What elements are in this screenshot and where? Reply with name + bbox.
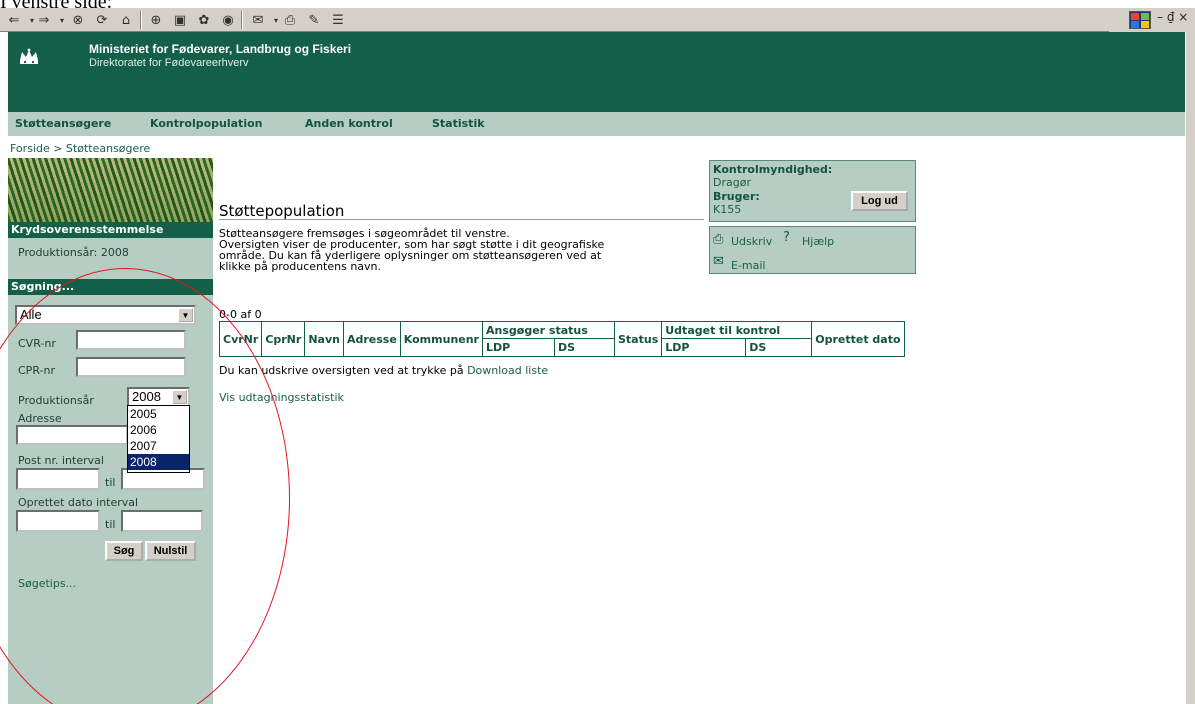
print-icon[interactable]: ⎙ <box>280 10 300 30</box>
col-header[interactable]: Kommunenr <box>399 321 484 357</box>
search-icon[interactable]: ⊕ <box>146 10 166 30</box>
year-option[interactable]: 2006 <box>128 422 189 438</box>
nav-item-kontrolpopulation[interactable]: Kontrolpopulation <box>150 117 262 130</box>
user-label: Bruger: <box>713 190 760 203</box>
search-section-title: Søgning... <box>8 279 213 295</box>
page-title: Støttepopulation <box>219 202 345 220</box>
sub-header: LDP <box>482 338 555 357</box>
address-label: Adresse <box>18 412 62 425</box>
browser-toolbar: ⇐ ▾ ⇒ ▾ ⊗ ⟳ ⌂ ⊕ ▣ ✿ ◉ ✉ ▾ ⎙ ✎ ☰ – ₫ × <box>0 8 1195 32</box>
nav-item-anden-kontrol[interactable]: Anden kontrol <box>305 117 393 130</box>
col-header[interactable]: Ansgøger status <box>482 321 615 339</box>
result-count: 0-0 af 0 <box>219 308 262 321</box>
production-year-select[interactable]: 2008 ▼ <box>127 387 190 407</box>
cpr-input[interactable] <box>76 357 186 377</box>
download-text: Du kan udskrive oversigten ved at trykke… <box>219 364 464 377</box>
sub-header: LDP <box>661 338 747 357</box>
help-link[interactable]: Hjælp <box>802 235 834 248</box>
main-nav: Støtteansøgere Kontrolpopulation Anden k… <box>8 112 1185 136</box>
crown-logo-icon <box>20 48 38 64</box>
refresh-icon[interactable]: ⟳ <box>92 10 112 30</box>
title-divider <box>219 219 704 220</box>
year-option[interactable]: 2007 <box>128 438 189 454</box>
intro-line: klikke på producentens navn. <box>219 260 382 273</box>
field-banner-image <box>8 158 213 222</box>
windows-logo-icon <box>1129 11 1151 29</box>
nav-item-stotteansogere[interactable]: Støtteansøgere <box>15 117 111 130</box>
directorate-name: Direktoratet for Fødevareerhverv <box>89 57 249 69</box>
postal-to-label: til <box>105 476 116 489</box>
year-option[interactable]: 2005 <box>128 406 189 422</box>
authority-label: Kontrolmyndighed: <box>713 163 833 176</box>
chevron-down-icon[interactable]: ▼ <box>178 308 193 322</box>
window-controls: – ₫ × <box>1109 8 1195 32</box>
history-icon[interactable]: ✿ <box>194 10 214 30</box>
col-header[interactable]: Navn <box>304 321 344 357</box>
reset-button[interactable]: Nulstil <box>145 541 196 561</box>
production-year-dropdown[interactable]: 2005 2006 2007 2008 <box>127 405 190 473</box>
back-icon[interactable]: ⇐ <box>4 10 24 30</box>
production-year-label: Produktionsår <box>18 394 94 407</box>
filter-select[interactable]: Alle ▼ <box>15 305 196 325</box>
results-table: CvrNr CprNr Navn Adresse Kommunenr Ansgø… <box>218 321 905 357</box>
home-icon[interactable]: ⌂ <box>116 10 136 30</box>
user-value: K155 <box>713 203 742 216</box>
email-link[interactable]: E-mail <box>731 259 766 272</box>
col-header[interactable]: Oprettet dato <box>811 321 905 357</box>
cvr-label: CVR-nr <box>18 337 56 350</box>
col-header[interactable]: Status <box>613 321 663 357</box>
mail-icon[interactable]: ✉ <box>248 10 268 30</box>
search-tips-link[interactable]: Søgetips... <box>18 577 76 590</box>
tools-box: ⎙ Udskriv ? Hjælp ✉ E-mail <box>709 226 916 274</box>
created-interval-label: Oprettet dato interval <box>18 496 139 509</box>
breadcrumb[interactable]: Forside > Støtteansøgere <box>10 142 150 155</box>
download-link[interactable]: Download liste <box>467 364 548 377</box>
ministry-name: Ministeriet for Fødevarer, Landbrug og F… <box>89 42 352 56</box>
search-button[interactable]: Søg <box>105 541 143 561</box>
col-header[interactable]: CvrNr <box>218 321 263 357</box>
help-icon[interactable]: ? <box>783 230 790 245</box>
production-year-info: Produktionsår: 2008 <box>18 246 129 259</box>
sub-header: DS <box>745 338 813 357</box>
logout-button[interactable]: Log ud <box>851 191 908 211</box>
created-to-input[interactable] <box>121 510 203 532</box>
chevron-down-icon[interactable]: ▼ <box>172 390 187 404</box>
col-header[interactable]: CprNr <box>261 321 306 357</box>
nav-item-statistik[interactable]: Statistik <box>432 117 485 130</box>
postal-from-input[interactable] <box>16 468 100 490</box>
postal-interval-label: Post nr. interval <box>18 454 104 467</box>
table-header-row: CvrNr CprNr Navn Adresse Kommunenr Ansgø… <box>218 321 905 357</box>
media-icon[interactable]: ◉ <box>218 10 238 30</box>
authority-value: Dragør <box>713 176 751 189</box>
favorites-icon[interactable]: ▣ <box>170 10 190 30</box>
authority-box: Kontrolmyndighed: Dragør Bruger: K155 Lo… <box>709 160 916 222</box>
created-from-input[interactable] <box>16 510 100 532</box>
sidebar-section-title: Krydsoverensstemmelse <box>8 222 213 238</box>
created-to-label: til <box>105 518 116 531</box>
col-header[interactable]: Adresse <box>342 321 401 357</box>
statistics-link[interactable]: Vis udtagningsstatistik <box>219 391 344 404</box>
year-option-selected[interactable]: 2008 <box>128 454 189 470</box>
sub-header: DS <box>554 338 615 357</box>
stop-icon[interactable]: ⊗ <box>68 10 88 30</box>
window-controls-label[interactable]: – ₫ × <box>1157 10 1188 24</box>
edit-icon[interactable]: ✎ <box>304 10 324 30</box>
vertical-scrollbar[interactable] <box>1185 32 1195 704</box>
cvr-input[interactable] <box>76 330 186 350</box>
forward-icon[interactable]: ⇒ <box>34 10 54 30</box>
filter-select-value: Alle <box>20 307 42 322</box>
email-icon[interactable]: ✉ <box>713 254 724 269</box>
intro-text: Støtteansøgere fremsøges i søgeområdet t… <box>219 228 719 272</box>
download-info: Du kan udskrive oversigten ved at trykke… <box>219 364 548 377</box>
address-input[interactable] <box>16 425 128 445</box>
print-icon[interactable]: ⎙ <box>713 232 723 247</box>
col-header[interactable]: Udtaget til kontrol <box>661 321 813 339</box>
production-year-value: 2008 <box>132 389 161 404</box>
cpr-label: CPR-nr <box>18 364 55 377</box>
print-link[interactable]: Udskriv <box>731 235 772 248</box>
discuss-icon[interactable]: ☰ <box>328 10 348 30</box>
